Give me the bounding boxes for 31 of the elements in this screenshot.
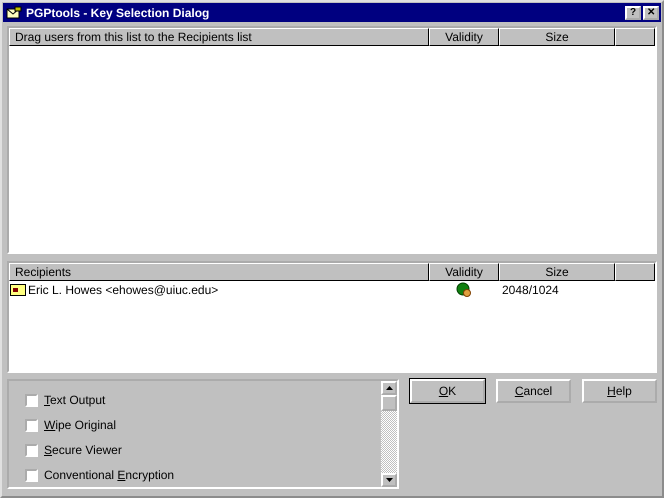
key-size: 2048/1024 (502, 283, 559, 297)
column-header[interactable]: Drag users from this list to the Recipients list (9, 28, 429, 46)
column-header[interactable]: Size (499, 263, 615, 281)
checkbox[interactable] (25, 468, 38, 482)
window-title: PGPtools - Key Selection Dialog (26, 6, 210, 20)
envelope-key-icon (6, 6, 22, 20)
scroll-up-button[interactable] (381, 381, 397, 395)
checkbox[interactable] (25, 394, 38, 406)
dialog-button[interactable]: OK (410, 379, 485, 403)
column-header[interactable]: Recipients (9, 263, 429, 281)
option-label[interactable]: Conventional Encryption (44, 468, 174, 482)
key-card-icon (10, 284, 26, 296)
option-label[interactable]: Text Output (44, 393, 106, 407)
recipient-name[interactable]: Eric L. Howes <ehowes@uiuc.edu> (28, 283, 218, 297)
validity-icon (456, 282, 472, 298)
column-header[interactable]: Size (499, 28, 615, 46)
scroll-thumb[interactable] (381, 395, 397, 411)
up-arrow-icon (386, 386, 392, 390)
down-arrow-icon (386, 478, 392, 482)
checkbox[interactable] (25, 444, 38, 456)
dialog-button[interactable]: Cancel (496, 379, 571, 403)
scrollbar[interactable] (381, 381, 397, 487)
help-button[interactable]: ? (625, 6, 641, 20)
checkbox[interactable] (25, 418, 38, 432)
column-header[interactable]: Validity (429, 28, 499, 46)
close-button[interactable]: ✕ (643, 6, 659, 20)
option-label[interactable]: Secure Viewer (44, 443, 122, 457)
scroll-down-button[interactable] (381, 473, 397, 487)
option-label[interactable]: Wipe Original (44, 418, 116, 432)
column-header[interactable]: Validity (429, 263, 499, 281)
dialog-button[interactable]: Help (582, 379, 657, 403)
